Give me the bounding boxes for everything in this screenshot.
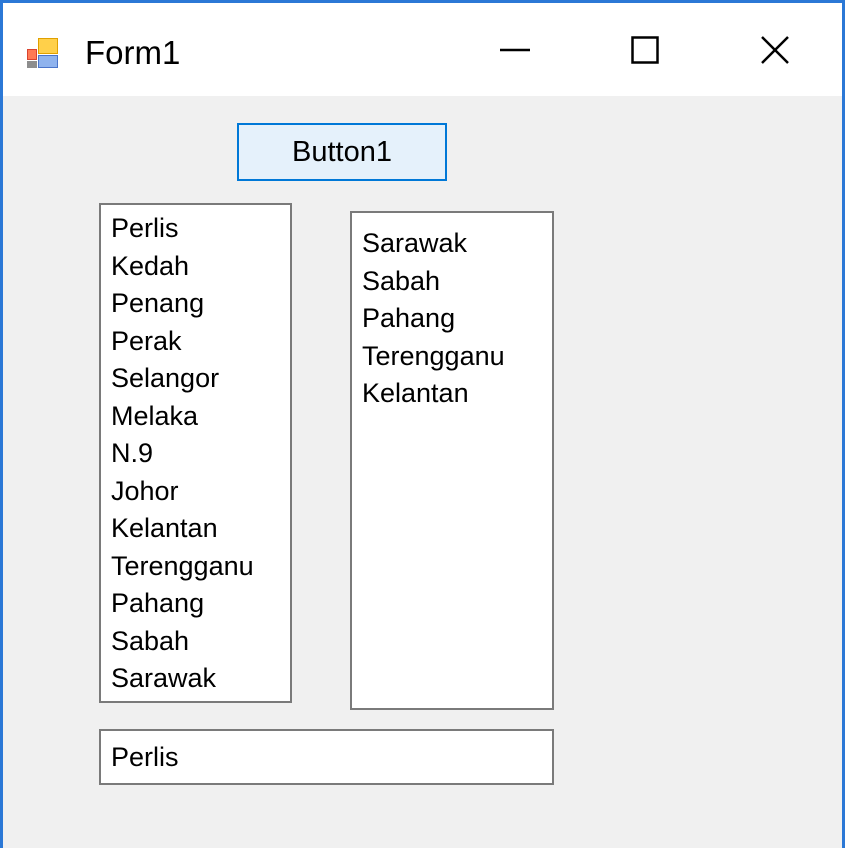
form1-window: Form1 Button1 Perlis Kedah Penang Perak Sela… [0,0,845,848]
listbox-reversed[interactable]: Sarawak Sabah Pahang Terengganu Kelantan [350,211,554,710]
list-item[interactable]: Sarawak [101,660,290,698]
list-item[interactable]: Selangor [101,360,290,398]
list-item[interactable]: Johor [101,473,290,511]
list-item[interactable]: N.9 [101,435,290,473]
list-item[interactable]: Pahang [101,585,290,623]
button1[interactable]: Button1 [237,123,447,181]
list-item[interactable]: Penang [101,285,290,323]
list-item[interactable]: Perak [101,323,290,361]
list-item[interactable]: Pahang [352,300,552,338]
title-bar[interactable]: Form1 [3,3,842,96]
listbox-reversed-items: Sarawak Sabah Pahang Terengganu Kelantan [352,213,552,413]
list-item[interactable]: Kedah [101,248,290,286]
textbox1[interactable]: Perlis [99,729,554,785]
list-item[interactable]: Sabah [101,623,290,661]
minimize-icon [500,35,530,65]
list-item[interactable]: Sarawak [352,225,552,263]
listbox-states[interactable]: Perlis Kedah Penang Perak Selangor Melaka N.9 J… [99,203,292,703]
listbox-states-items: Perlis Kedah Penang Perak Selangor Melaka N.9 J… [101,205,290,698]
list-item[interactable]: Perlis [101,210,290,248]
close-button[interactable] [710,3,840,96]
list-item[interactable]: Melaka [101,398,290,436]
close-icon [760,35,790,65]
window-title: Form1 [85,34,181,71]
maximize-button[interactable] [580,3,710,96]
app-icon[interactable] [27,37,59,69]
list-item[interactable]: Terengganu [101,548,290,586]
list-item[interactable]: Terengganu [352,338,552,376]
list-item[interactable]: Sabah [352,263,552,301]
list-item[interactable]: Kelantan [352,375,552,413]
maximize-icon [631,35,659,64]
list-item[interactable]: Kelantan [101,510,290,548]
minimize-button[interactable] [450,3,580,96]
